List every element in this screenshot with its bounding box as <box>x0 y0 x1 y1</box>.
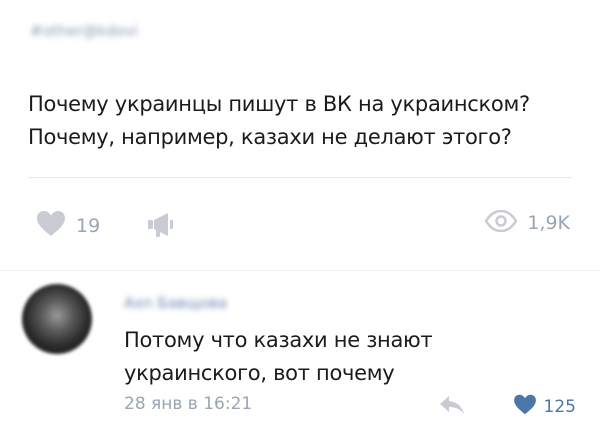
comment-text-line: Потому что казахи не знают <box>124 328 433 352</box>
comment: Axn Бaвщoвa Потому что казахи не знают у… <box>0 280 600 440</box>
divider <box>28 177 572 178</box>
post-author[interactable]: #other@kdovi <box>30 22 138 40</box>
share-icon <box>146 213 176 243</box>
heart-filled-icon <box>513 394 537 419</box>
like-count: 19 <box>76 214 101 237</box>
comment-like-button[interactable]: 125 <box>513 394 576 419</box>
heart-icon <box>36 210 66 241</box>
reply-icon <box>438 396 466 420</box>
reply-button[interactable] <box>438 394 466 420</box>
post-actions: 19 1,9K <box>0 205 600 245</box>
comment-like-count: 125 <box>543 396 576 417</box>
comment-text-line: украинского, вот почему <box>124 361 395 385</box>
comment-timestamp: 28 янв в 16:21 <box>124 394 253 414</box>
post-text: Почему украинцы пишут в ВК на украинском… <box>28 88 588 154</box>
comment-author[interactable]: Axn Бaвщoвa <box>124 294 227 312</box>
comments-separator <box>0 270 600 271</box>
comment-text: Потому что казахи не знают украинского, … <box>124 324 524 390</box>
eye-icon <box>484 209 518 236</box>
views-count: 1,9K <box>527 212 570 234</box>
post-text-line: Почему украинцы пишут в ВК на украинском… <box>28 92 530 116</box>
post-text-line: Почему, например, казахи не делают этого… <box>28 125 512 149</box>
share-button[interactable] <box>146 211 176 243</box>
avatar[interactable] <box>22 284 92 354</box>
like-button[interactable]: 19 <box>36 210 100 241</box>
views: 1,9K <box>484 209 570 236</box>
